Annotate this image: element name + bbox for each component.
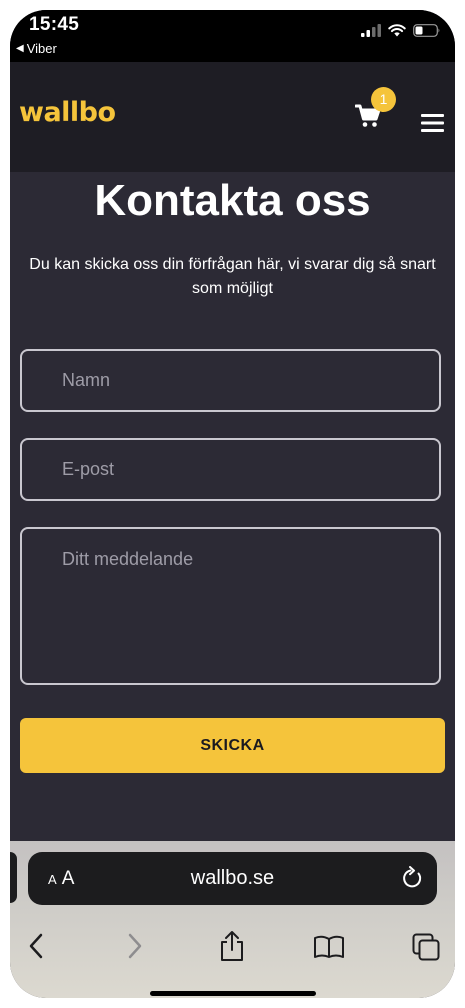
email-field[interactable] [20, 438, 441, 501]
forward-arrow-icon[interactable] [127, 933, 143, 959]
address-bar[interactable]: A A wallbo.se [28, 852, 437, 905]
status-time: 15:45 [29, 14, 80, 35]
wallbo-logo[interactable]: wallbo [19, 99, 131, 125]
battery-icon [413, 24, 440, 37]
page-title: Kontakta oss [94, 176, 371, 225]
back-arrow-icon[interactable] [28, 933, 44, 959]
cellular-signal-icon [361, 24, 381, 37]
status-bar: 15:45 ◀ Viber [10, 10, 455, 62]
logo-wordmark: wallbo [19, 99, 116, 125]
url-text[interactable]: wallbo.se [28, 867, 437, 890]
back-to-app-label: Viber [26, 41, 57, 56]
browser-toolbar: A A wallbo.se [10, 841, 455, 998]
tabs-icon[interactable] [412, 933, 440, 961]
share-icon[interactable] [219, 930, 245, 962]
wifi-icon [388, 24, 406, 37]
hamburger-menu-icon[interactable] [421, 114, 444, 132]
bookmarks-icon[interactable] [313, 935, 345, 959]
cart-count-badge: 1 [371, 87, 396, 112]
submit-button[interactable]: SKICKA [20, 718, 445, 773]
message-field[interactable] [20, 527, 441, 685]
name-field[interactable] [20, 349, 441, 412]
status-icons [361, 24, 441, 37]
phone-screen: 15:45 ◀ Viber wallbo 1 Kontakta oss Du k… [10, 10, 455, 998]
site-header: wallbo 1 [10, 62, 455, 172]
previous-tab-edge[interactable] [10, 852, 17, 903]
home-indicator [150, 991, 316, 996]
page-subtitle: Du kan skicka oss din förfrågan här, vi … [29, 256, 436, 297]
reload-icon[interactable] [401, 866, 423, 890]
back-triangle-icon: ◀ [16, 43, 24, 54]
back-to-app-link[interactable]: ◀ Viber [16, 41, 57, 56]
